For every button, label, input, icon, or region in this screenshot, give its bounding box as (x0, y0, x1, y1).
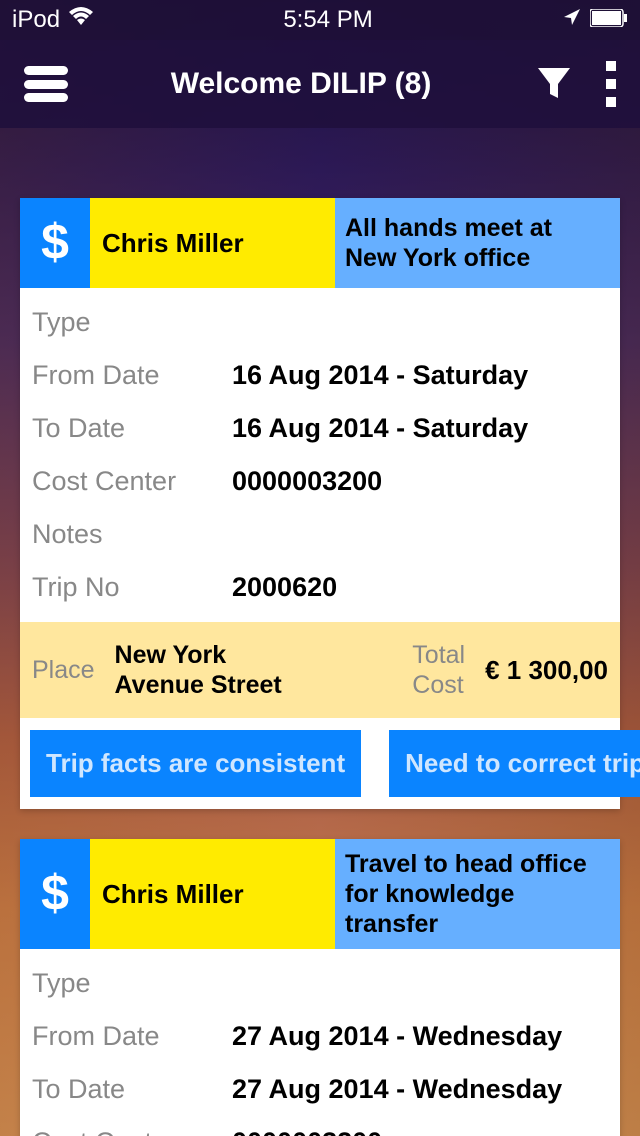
correct-button[interactable]: Need to correct trip fa (389, 730, 640, 797)
total-cost-value: € 1 300,00 (485, 655, 608, 686)
dollar-icon: $ (20, 839, 90, 949)
from-date-value: 27 Aug 2014 - Wednesday (232, 1021, 562, 1052)
to-date-label: To Date (32, 413, 232, 444)
to-date-value: 27 Aug 2014 - Wednesday (232, 1074, 562, 1105)
cost-center-value: 0000003200 (232, 466, 382, 497)
wifi-icon (68, 6, 94, 34)
device-label: iPod (12, 6, 60, 34)
employee-name: Chris Miller (90, 198, 335, 288)
more-icon[interactable] (606, 61, 616, 107)
type-label: Type (32, 968, 232, 999)
consistent-button[interactable]: Trip facts are consistent (30, 730, 361, 797)
svg-text:$: $ (41, 215, 69, 270)
to-date-label: To Date (32, 1074, 232, 1105)
cost-center-label: Cost Center (32, 1127, 232, 1136)
employee-name: Chris Miller (90, 839, 335, 949)
cost-center-label: Cost Center (32, 466, 232, 497)
content-area[interactable]: $ Chris Miller All hands meet at New Yor… (0, 128, 640, 1136)
battery-icon (590, 6, 628, 34)
app-bar: Welcome DILIP (8) (0, 40, 640, 128)
trip-title: Travel to head office for knowledge tran… (335, 839, 620, 949)
status-bar: iPod 5:54 PM (0, 0, 640, 40)
location-icon (562, 6, 582, 34)
dollar-icon: $ (20, 198, 90, 288)
svg-text:$: $ (41, 866, 69, 921)
from-date-label: From Date (32, 360, 232, 391)
to-date-value: 16 Aug 2014 - Saturday (232, 413, 528, 444)
trip-no-label: Trip No (32, 572, 232, 603)
page-title: Welcome DILIP (8) (68, 67, 534, 101)
notes-label: Notes (32, 519, 232, 550)
menu-icon[interactable] (24, 66, 68, 102)
place-value: New YorkAvenue Street (115, 640, 413, 700)
type-label: Type (32, 307, 232, 338)
status-time: 5:54 PM (283, 6, 372, 34)
from-date-value: 16 Aug 2014 - Saturday (232, 360, 528, 391)
from-date-label: From Date (32, 1021, 232, 1052)
filter-icon[interactable] (534, 62, 574, 107)
cost-center-value: 0000003200 (232, 1127, 382, 1136)
trip-no-value: 2000620 (232, 572, 337, 603)
place-label: Place (32, 656, 95, 685)
summary-row: Place New YorkAvenue Street TotalCost € … (20, 622, 620, 718)
trip-card[interactable]: $ Chris Miller Travel to head office for… (20, 839, 620, 1136)
total-cost-label: TotalCost (412, 640, 465, 700)
trip-card[interactable]: $ Chris Miller All hands meet at New Yor… (20, 198, 620, 809)
trip-title: All hands meet at New York office (335, 198, 620, 288)
